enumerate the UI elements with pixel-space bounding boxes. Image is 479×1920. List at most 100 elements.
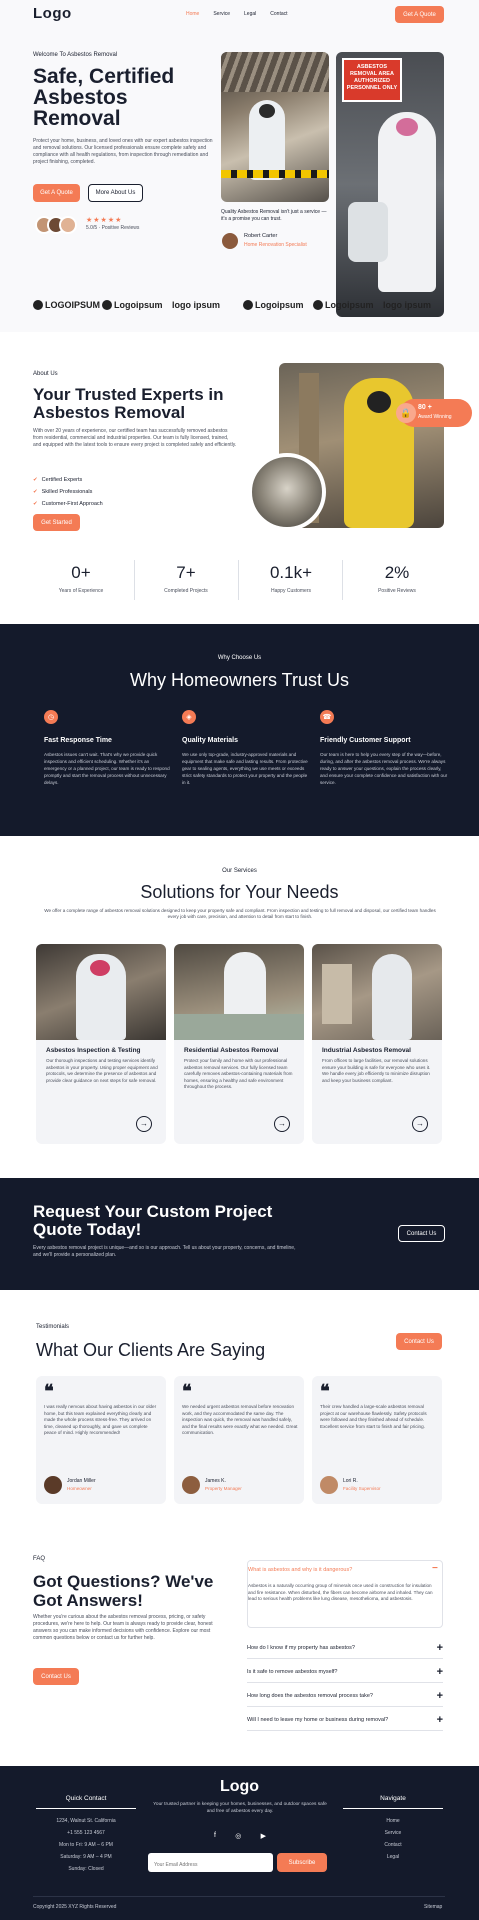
footer-nav-contact[interactable]: Contact	[343, 1839, 443, 1851]
brand-name: LOGOIPSUM	[45, 300, 101, 310]
brand-name: logo ipsum	[383, 300, 431, 310]
checklist-label: Skilled Professionals	[41, 489, 93, 495]
plus-icon[interactable]: +	[437, 1666, 443, 1678]
footer-nav-home[interactable]: Home	[343, 1815, 443, 1827]
cta-title-line1: Request Your Custom Project	[33, 1202, 273, 1221]
social-links: f ◎ ▶	[214, 1832, 266, 1840]
divider	[238, 560, 239, 600]
minus-icon[interactable]: −	[432, 1563, 438, 1574]
footer-tagline: Your trusted partner in keeping your hom…	[153, 1802, 327, 1814]
divider	[342, 560, 343, 600]
hero-more-button[interactable]: More About Us	[88, 184, 143, 202]
arrow-icon[interactable]: →	[274, 1116, 290, 1132]
brand-logo: Logoipsum	[102, 300, 163, 310]
why-eyebrow: Why Choose Us	[217, 655, 262, 661]
check-icon: ✔	[33, 501, 38, 507]
sitemap-link[interactable]: Sitemap	[424, 1904, 442, 1910]
faq-contact-button[interactable]: Contact Us	[33, 1668, 79, 1685]
faq-question[interactable]: What is asbestos and why is it dangerous…	[248, 1567, 352, 1573]
about-title-line1: Your Trusted Experts in	[33, 385, 224, 404]
nav-legal[interactable]: Legal	[244, 11, 256, 17]
checklist-item: ✔ Customer-First Approach	[33, 498, 103, 510]
faq-eyebrow: FAQ	[33, 1556, 46, 1562]
arrow-icon[interactable]: →	[136, 1116, 152, 1132]
footer-logo[interactable]: Logo	[0, 1778, 479, 1796]
footer-nav-legal[interactable]: Legal	[343, 1851, 443, 1863]
cta-title-line2: Quote Today!	[33, 1220, 142, 1239]
plus-icon[interactable]: +	[437, 1642, 443, 1654]
nav-service[interactable]: Service	[213, 11, 230, 17]
award-number: 80 +	[418, 404, 432, 411]
faq-item[interactable]: How do I know if my property has asbesto…	[247, 1637, 443, 1659]
cta-title: Request Your Custom Project Quote Today!	[33, 1203, 272, 1239]
youtube-icon[interactable]: ▶	[261, 1832, 266, 1840]
plus-icon[interactable]: +	[437, 1714, 443, 1726]
faq-question[interactable]: Will I need to leave my home or business…	[247, 1717, 388, 1723]
service-card[interactable]: Asbestos Inspection & Testing Our thorou…	[36, 944, 166, 1144]
plus-icon[interactable]: +	[437, 1690, 443, 1702]
services-description: We offer a complete range of asbestos re…	[44, 908, 436, 919]
footer-nav-service[interactable]: Service	[343, 1827, 443, 1839]
stat-label: Positive Reviews	[378, 588, 416, 594]
service-text: Protect your family and home with our pr…	[184, 1058, 293, 1089]
testimonials-contact-button[interactable]: Contact Us	[396, 1333, 442, 1350]
brand-name: Logoipsum	[114, 300, 163, 310]
faq-item[interactable]: Is it safe to remove asbestos myself? +	[247, 1661, 443, 1683]
hero-quote-button[interactable]: Get A Quote	[33, 184, 80, 202]
hero-description: Protect your home, business, and loved o…	[33, 138, 213, 165]
brand-mark-icon	[102, 300, 112, 310]
testimonial-card: ❝ Their crew handled a large-scale asbes…	[312, 1376, 442, 1504]
service-card[interactable]: Residential Asbestos Removal Protect you…	[174, 944, 304, 1144]
brand-name: logo ipsum	[172, 300, 220, 310]
main-nav: Home Service Legal Contact	[186, 11, 288, 17]
stat-number: 0.1k+	[269, 563, 313, 582]
feature-title: Fast Response Time	[44, 737, 112, 744]
email-input[interactable]	[148, 1855, 273, 1875]
why-title: Why Homeowners Trust Us	[129, 670, 350, 690]
faq-question[interactable]: How do I know if my property has asbesto…	[247, 1645, 355, 1651]
award-icon: 🔒	[396, 403, 416, 423]
header-quote-button[interactable]: Get A Quote	[395, 6, 444, 23]
copyright: Copyright 2025 XYZ Rights Reserved	[33, 1904, 117, 1910]
faq-item[interactable]: Will I need to leave my home or business…	[247, 1709, 443, 1731]
quote-icon: ❝	[320, 1381, 330, 1401]
faq-open-item[interactable]: What is asbestos and why is it dangerous…	[247, 1560, 443, 1628]
faq-item[interactable]: How long does the asbestos removal proce…	[247, 1685, 443, 1707]
contact-address: 1234, Walnut St. California	[56, 1818, 116, 1824]
testimonial-name: James K.	[205, 1478, 226, 1484]
service-card[interactable]: Industrial Asbestos Removal From offices…	[312, 944, 442, 1144]
faq-title-line2: Got Answers!	[33, 1591, 143, 1610]
service-photo	[312, 944, 442, 1040]
service-text: Our thorough inspections and testing ser…	[46, 1058, 158, 1083]
stat-label: Years of Experience	[58, 588, 104, 594]
quote-icon: ❝	[44, 1381, 54, 1401]
checklist-item: ✔ Certified Experts	[33, 474, 103, 486]
testimonial-card: ❝ We needed urgent asbestos removal befo…	[174, 1376, 304, 1504]
subscribe-button[interactable]: Subscribe	[277, 1853, 327, 1872]
logo[interactable]: Logo	[33, 5, 72, 22]
avatar	[320, 1476, 338, 1494]
stat-label: Happy Customers	[270, 588, 311, 594]
arrow-icon[interactable]: →	[412, 1116, 428, 1132]
about-eyebrow: About Us	[33, 371, 58, 377]
clock-icon: ◷	[44, 710, 58, 724]
contact-hours: Saturday: 9 AM – 4 PM	[60, 1854, 112, 1860]
testimonial-text: We needed urgent asbestos removal before…	[182, 1404, 298, 1435]
about-start-button[interactable]: Get Started	[33, 514, 80, 531]
brand-logo: logo ipsum	[383, 300, 431, 310]
service-text: From offices to large facilities, our re…	[322, 1058, 431, 1083]
faq-question[interactable]: Is it safe to remove asbestos myself?	[247, 1669, 337, 1675]
footer-email-field[interactable]	[148, 1853, 273, 1875]
faq-question[interactable]: How long does the asbestos removal proce…	[247, 1693, 373, 1699]
cta-contact-button[interactable]: Contact Us	[398, 1225, 445, 1242]
nav-home[interactable]: Home	[186, 11, 199, 17]
contact-phone[interactable]: +1 555 123 4567	[36, 1827, 136, 1839]
nav-contact[interactable]: Contact	[270, 11, 287, 17]
facebook-icon[interactable]: f	[214, 1832, 216, 1840]
avatar	[44, 1476, 62, 1494]
avatar	[59, 216, 77, 234]
hero-title-line3: Removal	[33, 107, 121, 130]
checklist-item: ✔ Skilled Professionals	[33, 486, 103, 498]
instagram-icon[interactable]: ◎	[235, 1832, 241, 1840]
about-title-line2: Asbestos Removal	[33, 403, 186, 422]
